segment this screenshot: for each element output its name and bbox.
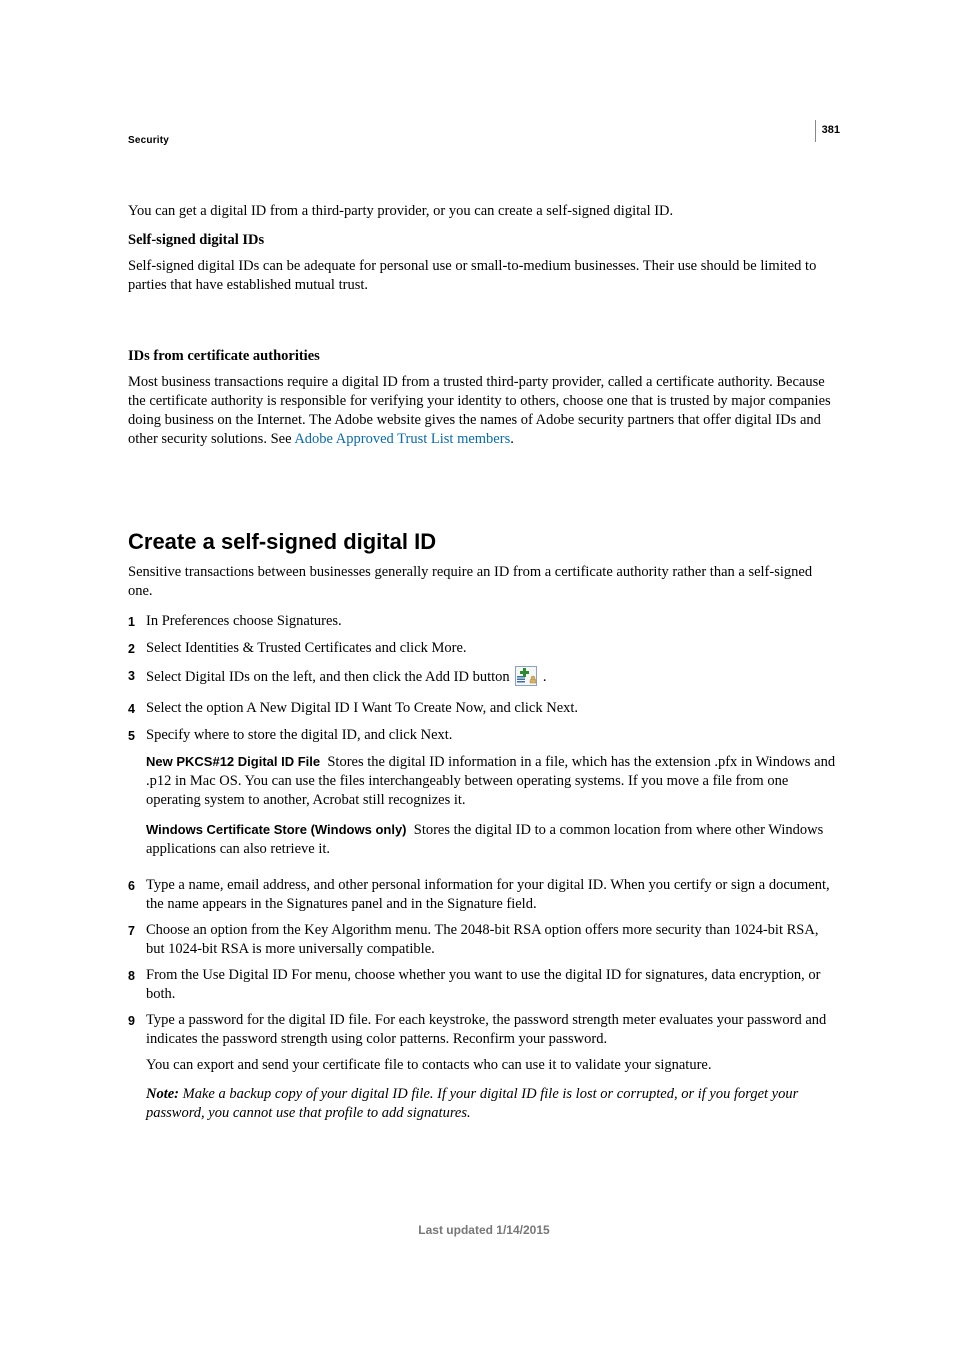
step-1: 1 In Preferences choose Signatures. <box>128 612 840 632</box>
cert-auth-body: Most business transactions require a dig… <box>128 373 840 449</box>
step-3-after: . <box>539 669 546 685</box>
step-body: Specify where to store the digital ID, a… <box>146 726 840 869</box>
note-label: Note: <box>146 1086 183 1102</box>
step-6: 6 Type a name, email address, and other … <box>128 876 840 914</box>
footer-last-updated: Last updated 1/14/2015 <box>128 1223 840 1237</box>
self-signed-body: Self-signed digital IDs can be adequate … <box>128 257 840 295</box>
step-number: 8 <box>128 966 146 1004</box>
step-number: 5 <box>128 726 146 869</box>
page-number: 381 <box>822 122 840 136</box>
create-id-intro: Sensitive transactions between businesse… <box>128 563 840 601</box>
pkcs12-label: New PKCS#12 Digital ID File <box>146 754 320 769</box>
step-9: 9 Type a password for the digital ID fil… <box>128 1011 840 1133</box>
step-number: 9 <box>128 1011 146 1133</box>
step-body: Choose an option from the Key Algorithm … <box>146 921 840 959</box>
add-id-icon <box>515 666 537 692</box>
cert-auth-title: IDs from certificate authorities <box>128 348 840 365</box>
step-9-text: Type a password for the digital ID file.… <box>146 1012 826 1047</box>
intro-paragraph: You can get a digital ID from a third-pa… <box>128 202 840 221</box>
step-body: Select Identities & Trusted Certificates… <box>146 639 840 659</box>
step-body: Type a password for the digital ID file.… <box>146 1011 840 1133</box>
running-head: Security <box>128 135 840 146</box>
steps-list: 1 In Preferences choose Signatures. 2 Se… <box>128 612 840 1133</box>
step-9-extra: You can export and send your certificate… <box>146 1056 840 1075</box>
create-id-heading: Create a self-signed digital ID <box>128 529 840 555</box>
wincert-label: Windows Certificate Store (Windows only) <box>146 822 407 837</box>
step-5-sub1: New PKCS#12 Digital ID File Stores the d… <box>146 752 840 810</box>
step-number: 3 <box>128 666 146 692</box>
step-number: 4 <box>128 699 146 719</box>
step-5-text: Specify where to store the digital ID, a… <box>146 727 452 743</box>
step-number: 7 <box>128 921 146 959</box>
step-7: 7 Choose an option from the Key Algorith… <box>128 921 840 959</box>
step-body: Select Digital IDs on the left, and then… <box>146 666 840 692</box>
step-body: In Preferences choose Signatures. <box>146 612 840 632</box>
step-9-note: Note: Make a backup copy of your digital… <box>146 1085 840 1123</box>
page: 381 Security You can get a digital ID fr… <box>0 0 954 1317</box>
step-5: 5 Specify where to store the digital ID,… <box>128 726 840 869</box>
cert-auth-body-after: . <box>510 431 514 447</box>
self-signed-title: Self-signed digital IDs <box>128 232 840 249</box>
spacer <box>128 306 840 348</box>
step-number: 6 <box>128 876 146 914</box>
step-4: 4 Select the option A New Digital ID I W… <box>128 699 840 719</box>
step-body: Type a name, email address, and other pe… <box>146 876 840 914</box>
step-8: 8 From the Use Digital ID For menu, choo… <box>128 966 840 1004</box>
step-number: 2 <box>128 639 146 659</box>
step-number: 1 <box>128 612 146 632</box>
note-body: Make a backup copy of your digital ID fi… <box>146 1086 798 1121</box>
trust-list-link[interactable]: Adobe Approved Trust List members <box>294 431 510 447</box>
step-5-sub2: Windows Certificate Store (Windows only)… <box>146 820 840 859</box>
step-3: 3 Select Digital IDs on the left, and th… <box>128 666 840 692</box>
page-number-block: 381 <box>815 120 840 142</box>
step-body: From the Use Digital ID For menu, choose… <box>146 966 840 1004</box>
step-3-before: Select Digital IDs on the left, and then… <box>146 669 513 685</box>
step-body: Select the option A New Digital ID I Wan… <box>146 699 840 719</box>
step-2: 2 Select Identities & Trusted Certificat… <box>128 639 840 659</box>
